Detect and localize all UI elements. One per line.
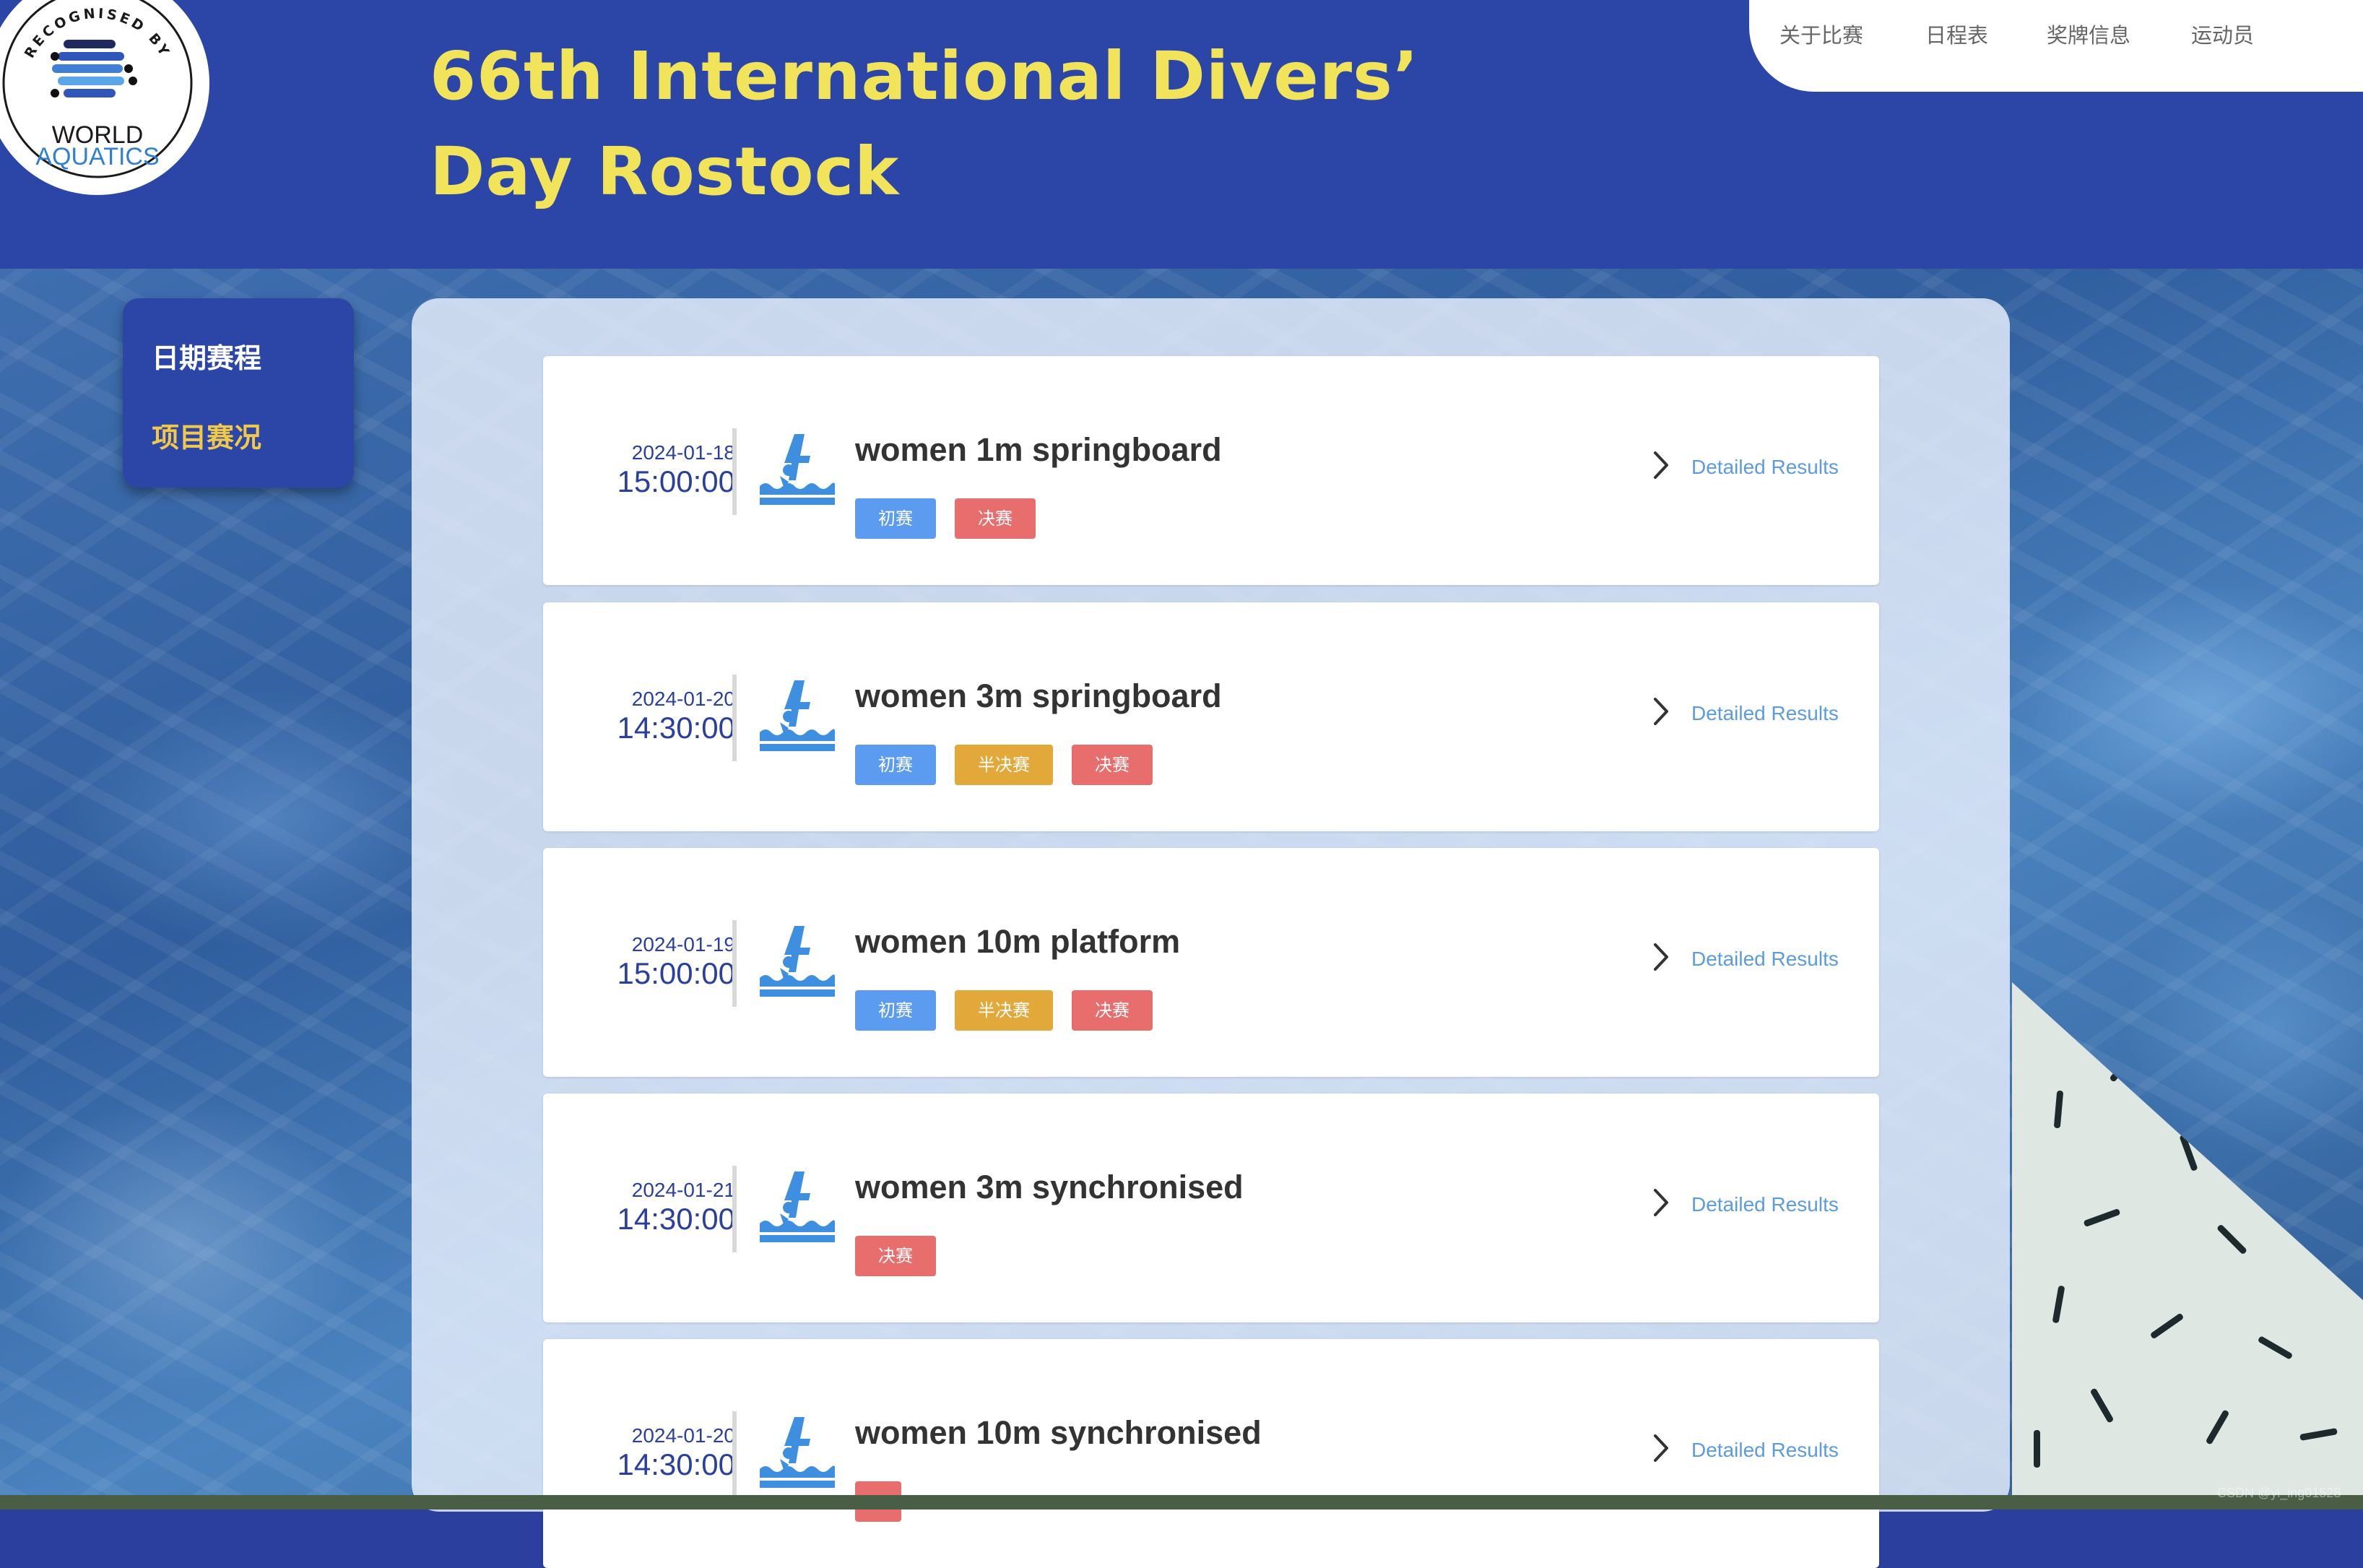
round-tag-final[interactable]: 决赛 [955,498,1036,539]
event-card[interactable]: 2024-01-18 15:00:00 women 1m springboard… [543,356,1879,585]
round-tag-semi[interactable]: 半决赛 [955,990,1053,1031]
diver-icon [760,680,835,751]
event-time: 14:30:00 [617,1202,736,1236]
event-date: 2024-01-19 [631,933,735,956]
page-title-line2: Day Rostock [430,133,900,210]
event-card[interactable]: 2024-01-20 14:30:00 women 10m synchronis… [543,1339,1879,1568]
page-title-line1: 66th International Divers’ [430,38,1419,115]
chevron-right-icon[interactable] [1648,942,1674,972]
nav-medals[interactable]: 奖牌信息 [2047,19,2130,49]
event-time: 14:30:00 [617,711,736,745]
card-divider [732,1166,737,1252]
round-tag-prelim[interactable]: 初赛 [855,498,936,539]
top-navigation: 关于比赛 日程表 奖牌信息 运动员 [1749,0,2363,92]
event-card[interactable]: 2024-01-19 15:00:00 women 10m platform 初… [543,848,1879,1077]
diver-icon [760,434,835,505]
diver-icon [760,1417,835,1488]
detailed-results-link[interactable]: Detailed Results [1691,456,1839,479]
round-tag-prelim[interactable]: 初赛 [855,990,936,1031]
round-tags: 初赛 决赛 [855,498,1054,540]
diver-icon [760,926,835,997]
page-title: 66th International Divers’ Day Rostock [430,29,1419,220]
detailed-results-link[interactable]: Detailed Results [1691,1193,1839,1216]
round-tag-final[interactable]: 决赛 [1072,745,1153,785]
event-card[interactable]: 2024-01-20 14:30:00 women 3m springboard… [543,602,1879,831]
logo-lane-marks [51,40,137,98]
card-divider [732,1411,737,1498]
card-divider [732,675,737,761]
round-tag-final[interactable]: 决赛 [855,1236,936,1276]
round-tag-final[interactable]: 决赛 [1072,990,1153,1031]
nav-athletes[interactable]: 运动员 [2191,19,2254,49]
round-tag-prelim[interactable]: 初赛 [855,745,936,785]
round-tags: 初赛 半决赛 决赛 [855,990,1171,1032]
world-aquatics-logo[interactable]: RECOGNISED BY WORLD AQUATICS [0,0,209,195]
chevron-right-icon[interactable] [1648,450,1674,480]
side-menu-item-event-status[interactable]: 项目赛况 [152,415,261,455]
chevron-right-icon[interactable] [1648,1187,1674,1218]
side-menu: 日期赛程 项目赛况 [123,298,354,488]
event-name[interactable]: women 10m platform [855,923,1180,961]
bottom-bar [0,1495,2363,1509]
card-divider [732,920,737,1007]
round-tags: 初赛 半决赛 决赛 [855,745,1171,787]
chevron-right-icon[interactable] [1648,696,1674,727]
logo-name-line2: AQUATICS [35,143,159,170]
nav-schedule[interactable]: 日程表 [1925,19,1988,49]
card-divider [732,428,737,515]
detailed-results-link[interactable]: Detailed Results [1691,948,1839,971]
event-name[interactable]: women 1m springboard [855,431,1222,469]
event-time: 15:00:00 [617,464,736,498]
side-menu-item-schedule-by-date[interactable]: 日期赛程 [152,336,261,376]
detailed-results-link[interactable]: Detailed Results [1691,702,1839,725]
event-time: 15:00:00 [617,956,736,990]
logo-graphic: RECOGNISED BY WORLD AQUATICS [2,0,193,178]
event-date: 2024-01-20 [631,1424,735,1447]
round-tags: 决赛 [855,1236,955,1278]
event-date: 2024-01-20 [631,688,735,710]
detailed-results-link[interactable]: Detailed Results [1691,1439,1839,1462]
event-name[interactable]: women 10m synchronised [855,1414,1262,1452]
event-name[interactable]: women 3m synchronised [855,1169,1244,1206]
event-name[interactable]: women 3m springboard [855,677,1222,715]
watermark: CSDN @yi_ing01528 [2217,1486,2341,1500]
nav-about[interactable]: 关于比赛 [1779,19,1863,49]
event-date: 2024-01-18 [631,441,735,464]
event-date: 2024-01-21 [631,1179,735,1201]
chevron-right-icon[interactable] [1648,1433,1674,1463]
event-time: 14:30:00 [617,1447,736,1481]
round-tag-semi[interactable]: 半决赛 [955,745,1053,785]
event-card[interactable]: 2024-01-21 14:30:00 women 3m synchronise… [543,1093,1879,1322]
diver-icon [760,1171,835,1242]
